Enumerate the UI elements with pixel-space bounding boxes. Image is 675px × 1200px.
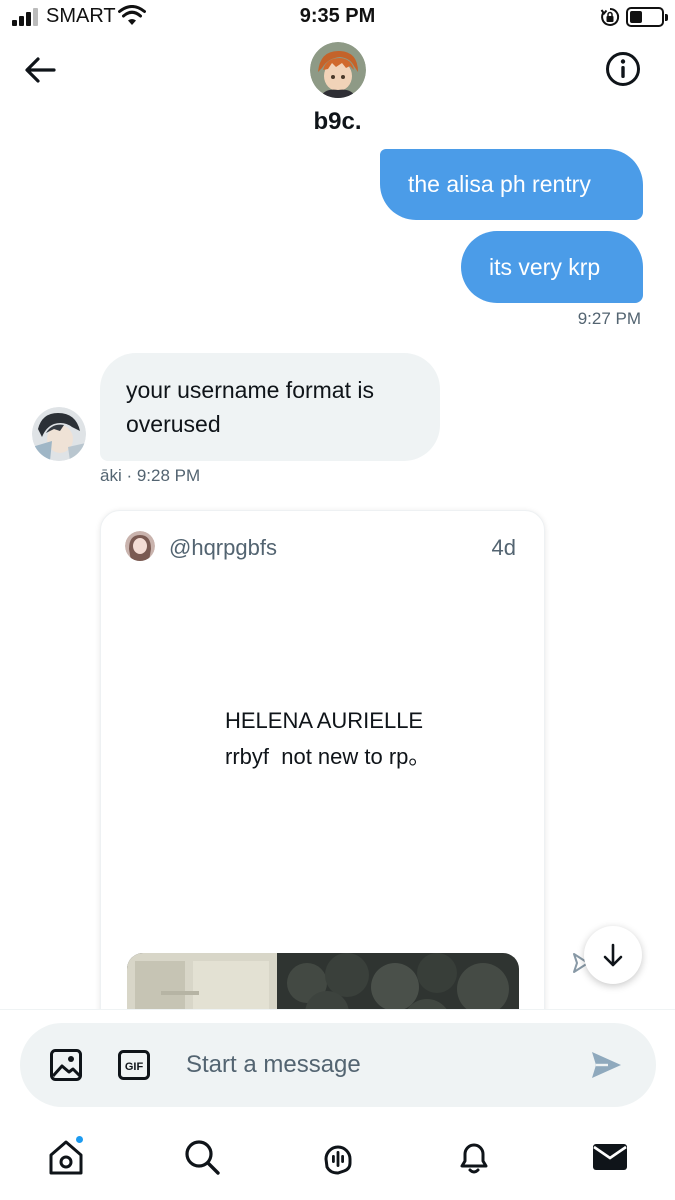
contact-avatar[interactable]: [310, 42, 366, 98]
outgoing-message[interactable]: the alisa ph rentry: [380, 149, 643, 220]
battery-icon: [626, 7, 668, 27]
orientation-lock-icon: [600, 7, 620, 26]
sender-avatar[interactable]: [32, 407, 86, 461]
shared-tweet-card[interactable]: @hqrpgbfs 4d HELENA AURIELLE rrbyf not n…: [100, 510, 545, 1030]
incoming-message[interactable]: your username format is overused: [100, 353, 440, 461]
tweet-age: 4d: [491, 535, 516, 560]
svg-text:GIF: GIF: [125, 1061, 144, 1073]
tweet-text: HELENA AURIELLE rrbyf not new to rp。: [225, 708, 431, 769]
notification-dot: [74, 1134, 85, 1145]
envelope-icon[interactable]: [588, 1135, 632, 1179]
battery-level: [630, 11, 642, 23]
outgoing-message[interactable]: its very krp: [461, 231, 643, 303]
message-text: your username format is overused: [126, 377, 374, 437]
arrow-down-icon: [603, 943, 623, 967]
message-text: the alisa ph rentry: [408, 171, 591, 197]
message-composer: GIF: [20, 1023, 656, 1107]
message-meta: āki · 9:28 PM: [100, 466, 201, 485]
send-icon[interactable]: [588, 1047, 624, 1083]
conversation-header: b9c.: [0, 34, 675, 150]
message-timestamp: 9:27 PM: [577, 309, 641, 328]
bell-icon[interactable]: [452, 1135, 496, 1179]
contact-name: b9c.: [313, 108, 362, 135]
gif-icon[interactable]: GIF: [116, 1047, 152, 1083]
status-time: 9:35 PM: [299, 5, 376, 27]
scroll-to-bottom-button[interactable]: [584, 926, 642, 984]
image-icon[interactable]: [48, 1047, 84, 1083]
info-icon[interactable]: [604, 50, 642, 88]
search-icon[interactable]: [180, 1135, 224, 1179]
tweet-author-avatar: [125, 531, 155, 561]
message-text: its very krp: [489, 253, 601, 280]
status-bar: SMART 9:35 PM: [0, 0, 675, 34]
tweet-author-handle: @hqrpgbfs: [169, 535, 277, 560]
arrow-left-icon[interactable]: [20, 52, 60, 88]
message-composer-bar: GIF: [0, 1009, 675, 1121]
microphone-icon[interactable]: [316, 1135, 360, 1179]
bottom-tab-bar: [0, 1121, 675, 1200]
message-input[interactable]: [186, 1043, 576, 1087]
